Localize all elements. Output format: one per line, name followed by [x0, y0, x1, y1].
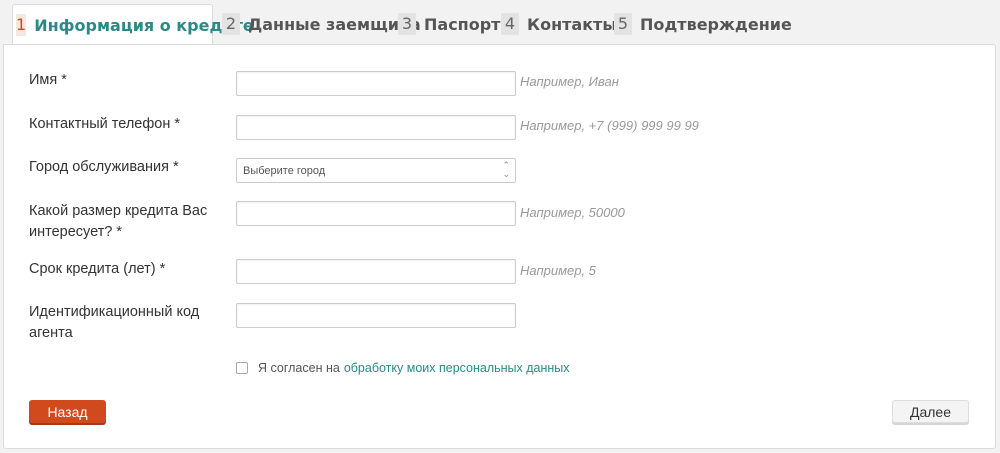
- tab-confirmation[interactable]: 5 Подтверждение: [614, 4, 792, 44]
- agent-code-label-line1: Идентификационный код: [29, 304, 200, 320]
- tab-number: 2: [222, 13, 240, 35]
- agent-code-input[interactable]: [236, 303, 516, 328]
- tab-number: 1: [16, 14, 27, 36]
- next-button[interactable]: Далее: [892, 400, 969, 423]
- consent-checkbox[interactable]: [236, 362, 248, 374]
- term-input[interactable]: [236, 259, 516, 284]
- consent-row: Я согласен на обработку моих персональны…: [236, 361, 570, 375]
- amount-input[interactable]: [236, 201, 516, 226]
- name-input[interactable]: [236, 71, 516, 96]
- amount-label-line2: интересует? *: [29, 224, 123, 240]
- amount-hint: Например, 50000: [520, 205, 625, 220]
- tab-borrower-data[interactable]: 2 Данные заемщика: [222, 4, 421, 44]
- tab-label: Данные заемщика: [248, 14, 421, 34]
- tab-label: Паспорт: [424, 14, 501, 34]
- amount-label-line1: Какой размер кредита Вас: [29, 203, 208, 219]
- name-hint: Например, Иван: [520, 74, 619, 89]
- tab-passport[interactable]: 3 Паспорт: [398, 4, 500, 44]
- tab-loan-info[interactable]: 1 Информация о кредите: [12, 4, 254, 45]
- term-hint: Например, 5: [520, 263, 596, 278]
- phone-label: Контактный телефон *: [29, 116, 181, 132]
- phone-hint: Например, +7 (999) 999 99 99: [520, 118, 699, 133]
- name-label: Имя *: [29, 72, 67, 88]
- form-panel: [3, 44, 996, 449]
- wizard-tabs: 1 Информация о кредите 2 Данные заемщика…: [0, 0, 1000, 45]
- back-button[interactable]: Назад: [29, 400, 106, 423]
- agent-code-label: Идентификационный код агента: [29, 302, 199, 344]
- phone-input[interactable]: [236, 115, 516, 140]
- consent-text: Я согласен на: [258, 361, 340, 375]
- tab-contacts[interactable]: 4 Контакты: [501, 4, 617, 44]
- tab-number: 4: [501, 13, 519, 35]
- tab-number: 5: [614, 13, 632, 35]
- tab-label: Информация о кредите: [34, 15, 254, 35]
- city-label: Город обслуживания *: [29, 159, 179, 175]
- tab-label: Подтверждение: [640, 14, 792, 34]
- agent-code-label-line2: агента: [29, 325, 73, 341]
- tab-number: 3: [398, 13, 416, 35]
- city-select[interactable]: Выберите город ⌃ ⌄: [236, 158, 516, 183]
- tab-label: Контакты: [527, 14, 617, 34]
- amount-label: Какой размер кредита Вас интересует? *: [29, 201, 207, 243]
- select-arrows-icon: ⌃ ⌄: [502, 160, 510, 179]
- term-label: Срок кредита (лет) *: [29, 261, 166, 277]
- city-select-value: Выберите город: [243, 164, 326, 177]
- personal-data-link[interactable]: обработку моих персональных данных: [344, 361, 570, 375]
